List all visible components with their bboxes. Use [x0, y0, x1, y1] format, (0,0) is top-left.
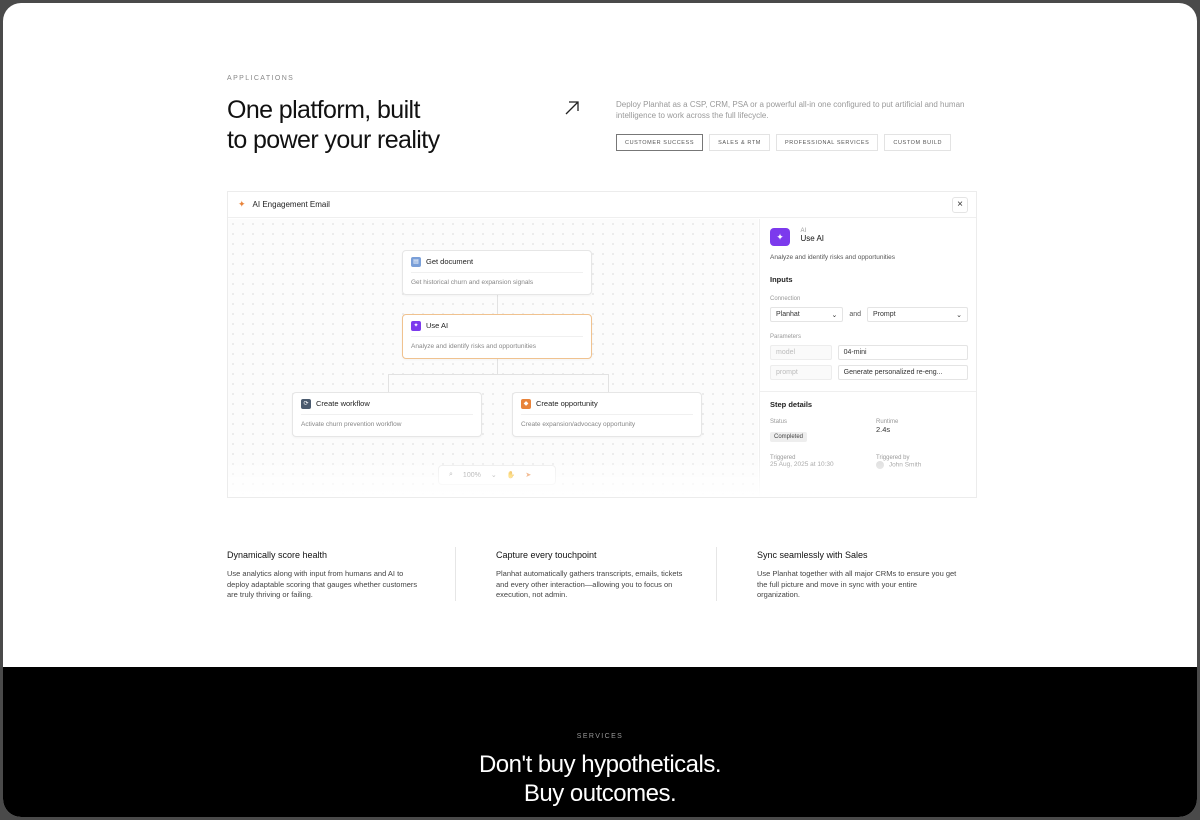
step-details-heading: Step details [770, 400, 813, 409]
node-description: Activate churn prevention workflow [301, 421, 402, 428]
edge-connector [388, 374, 389, 392]
feature-item: Capture every touchpoint Planhat automat… [455, 547, 716, 601]
connection-label: Connection [770, 296, 801, 302]
step-title: Use AI [800, 234, 825, 243]
node-create-opportunity[interactable]: ◆ Create opportunity Create expansion/ad… [512, 392, 702, 437]
status-badge: Completed [770, 432, 808, 442]
feature-body: Planhat automatically gathers transcript… [496, 569, 683, 599]
solution-tabs: CUSTOMER SUCCESS SALES & RTM PROFESSIONA… [616, 134, 952, 151]
canvas-toolbar: ⌕ 100% ⌄ ✋ ➤ [438, 465, 556, 485]
node-get-document[interactable]: ▤ Get document Get historical churn and … [402, 250, 592, 295]
feature-title: Capture every touchpoint [496, 550, 597, 560]
sparkle-icon: ✦ [411, 320, 421, 331]
divider [760, 391, 976, 392]
node-description: Get historical churn and expansion signa… [411, 279, 534, 286]
node-title: Create opportunity [536, 399, 598, 408]
section-intro: Deploy Planhat as a CSP, CRM, PSA or a p… [616, 100, 965, 120]
node-title: Create workflow [316, 399, 370, 408]
pointer-icon[interactable]: ➤ [525, 471, 531, 479]
tab-professional-services[interactable]: PROFESSIONAL SERVICES [775, 134, 879, 151]
feature-body: Use Planhat together with all major CRMs… [757, 569, 957, 599]
node-create-workflow[interactable]: ⟳ Create workflow Activate churn prevent… [292, 392, 482, 437]
services-headline-line-1: Don't buy hypotheticals. [478, 751, 722, 778]
workflow-icon: ⟳ [301, 398, 311, 409]
feature-item: Dynamically score health Use analytics a… [227, 547, 455, 601]
feature-title: Sync seamlessly with Sales [757, 550, 868, 560]
panel-title: AI Engagement Email [252, 200, 330, 209]
avatar [876, 461, 884, 469]
inputs-heading: Inputs [770, 275, 793, 284]
headline-line-2: to power your reality [227, 126, 440, 154]
chevron-down-icon: ⌄ [956, 311, 962, 319]
chevron-down-icon[interactable]: ⌄ [491, 471, 497, 479]
sparkle-icon: ✦ [770, 228, 790, 246]
step-description: Analyze and identify risks and opportuni… [770, 254, 896, 261]
parameters-label: Parameters [770, 334, 802, 340]
triggered-by-value: John Smith [888, 461, 922, 469]
param-key: model [770, 345, 832, 360]
and-label: and [849, 311, 861, 318]
triggered-value: 25 Aug, 2025 at 10:30 [770, 461, 834, 468]
panel-header: ✦ AI Engagement Email [228, 192, 976, 218]
node-title: Get document [426, 257, 474, 266]
feature-body: Use analytics along with input from huma… [227, 569, 418, 599]
workflow-canvas[interactable]: ▤ Get document Get historical churn and … [228, 219, 758, 497]
opportunity-icon: ◆ [521, 398, 531, 409]
runtime-value: 2.4s [876, 425, 891, 434]
workflow-panel: ✦ AI Engagement Email × ▤ Get document G… [227, 191, 977, 498]
headline-line-1: One platform, built [227, 96, 420, 124]
node-use-ai[interactable]: ✦ Use AI Analyze and identify risks and … [402, 314, 592, 359]
param-value-input[interactable]: Generate personalized re-eng... [837, 365, 968, 380]
section-eyebrow: APPLICATIONS [227, 75, 295, 82]
services-headline: Don't buy hypotheticals. Buy outcomes. [3, 750, 1197, 808]
chevron-down-icon: ⌄ [831, 311, 838, 319]
feature-list: Dynamically score health Use analytics a… [227, 547, 977, 601]
node-description: Analyze and identify risks and opportuni… [411, 343, 537, 350]
prompt-select[interactable]: Prompt ⌄ [867, 307, 968, 322]
status-label: Status [770, 419, 788, 425]
sparkle-icon: ✦ [238, 199, 246, 209]
zoom-level[interactable]: 100% [463, 472, 481, 479]
document-icon: ▤ [411, 256, 421, 267]
connection-select[interactable]: Planhat ⌄ [770, 307, 844, 322]
param-value-input[interactable]: 04-mini [837, 345, 968, 360]
arrow-up-right-icon[interactable] [561, 97, 583, 119]
tab-custom-build[interactable]: CUSTOM BUILD [884, 134, 952, 151]
node-title: Use AI [426, 321, 449, 330]
zoom-search-icon[interactable]: ⌕ [449, 471, 453, 479]
tab-customer-success[interactable]: CUSTOMER SUCCESS [616, 134, 704, 151]
services-eyebrow: SERVICES [576, 733, 624, 740]
step-inspector: ✦ AI Use AI Analyze and identify risks a… [759, 219, 976, 497]
hand-icon[interactable]: ✋ [507, 471, 516, 479]
page-frame: APPLICATIONS One platform, built to powe… [3, 3, 1197, 817]
edge-connector [497, 359, 498, 374]
services-section: SERVICES Don't buy hypotheticals. Buy ou… [3, 667, 1197, 817]
param-key: prompt [770, 365, 832, 380]
services-headline-line-2: Buy outcomes. [523, 780, 677, 807]
close-button[interactable]: × [952, 197, 968, 213]
feature-item: Sync seamlessly with Sales Use Planhat t… [716, 547, 977, 601]
feature-title: Dynamically score health [227, 550, 328, 560]
node-description: Create expansion/advocacy opportunity [521, 421, 636, 428]
edge-connector [608, 374, 609, 392]
edge-connector [388, 374, 608, 375]
section-headline: One platform, built to power your realit… [227, 95, 547, 155]
tab-sales-rtm[interactable]: SALES & RTM [709, 134, 770, 151]
